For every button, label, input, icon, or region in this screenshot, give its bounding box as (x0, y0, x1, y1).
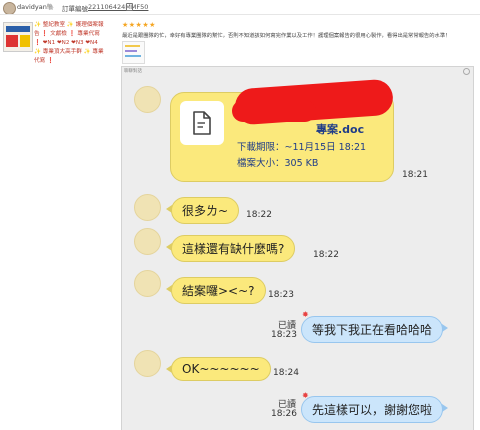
product-title[interactable]: ✨ 整紀教室 ✨ 護理個案報告 ❗ 文獻檢 ❗ 專業代寫 ❗ ❤N1 ❤N2 ❤… (34, 21, 106, 66)
message-bubble[interactable]: 這樣還有缺什麼嗎? (165, 235, 296, 262)
message-timestamp: 18:26 (271, 409, 297, 419)
product-thumbnail[interactable] (3, 22, 33, 52)
avatar (134, 228, 161, 255)
file-name[interactable]: 專案.doc (316, 121, 364, 137)
avatar (134, 194, 161, 221)
header-divider (0, 14, 480, 15)
rating-stars: ★★★★★ (122, 21, 156, 29)
review-text: 最近是跟團隊的忙，幸好有專業團隊的幫忙，否則不知道該如何寫完作業以及工作！護理個… (122, 33, 451, 39)
file-size: 檔案大小：305 KB (237, 158, 319, 169)
avatar (134, 270, 161, 297)
message-bubble[interactable]: OK~~~~~~ (166, 357, 271, 381)
document-icon (193, 111, 211, 135)
message-timestamp: 18:23 (271, 330, 297, 340)
order-number-label: 訂單編號 (62, 5, 88, 13)
message-bubble[interactable]: 先這樣可以，謝謝您啦 (301, 396, 449, 423)
close-icon[interactable] (463, 68, 470, 75)
chat-panel-title: 聊聊對話 (124, 69, 142, 74)
message-bubble[interactable]: 等我下我正在看哈哈哈 (301, 316, 449, 343)
message-timestamp: 18:24 (273, 368, 299, 378)
avatar (134, 350, 161, 377)
message-timestamp: 18:22 (246, 210, 272, 220)
message-bubble[interactable]: 很多ㄌ~ (165, 197, 240, 224)
message-timestamp: 18:21 (402, 170, 428, 180)
message-bubble[interactable]: 結案囉><~? (166, 277, 266, 304)
order-number-link[interactable]: 221106424MMF50 (88, 3, 148, 11)
message-timestamp: 18:22 (313, 250, 339, 260)
avatar (134, 86, 161, 113)
review-image-thumbnail[interactable] (122, 41, 145, 64)
file-download-deadline: 下載期限：~11月15日 18:21 (237, 142, 367, 153)
copy-icon[interactable] (126, 3, 133, 11)
username[interactable]: davidyan🐘 (17, 3, 55, 11)
redaction-mark (232, 100, 316, 122)
message-timestamp: 18:23 (268, 290, 294, 300)
